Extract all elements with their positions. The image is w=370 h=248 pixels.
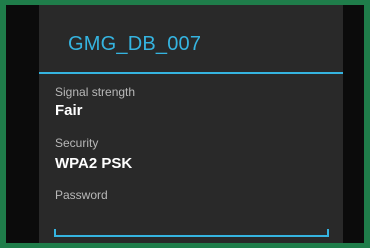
screenshot-frame: GMG_DB_007 Signal strength Fair Security… [0, 0, 370, 248]
password-label: Password [55, 188, 108, 202]
security-value: WPA2 PSK [55, 155, 133, 172]
signal-strength-value: Fair [55, 102, 83, 119]
title-divider [39, 72, 343, 74]
signal-strength-label: Signal strength [55, 85, 136, 99]
password-input-underline-right [327, 229, 329, 237]
dialog-title: GMG_DB_007 [68, 33, 202, 55]
wifi-connect-dialog: GMG_DB_007 Signal strength Fair Security… [39, 5, 343, 243]
password-input-underline-left [54, 229, 56, 237]
device-screen: GMG_DB_007 Signal strength Fair Security… [6, 5, 364, 243]
password-input[interactable] [54, 217, 328, 237]
security-label: Security [55, 136, 99, 150]
